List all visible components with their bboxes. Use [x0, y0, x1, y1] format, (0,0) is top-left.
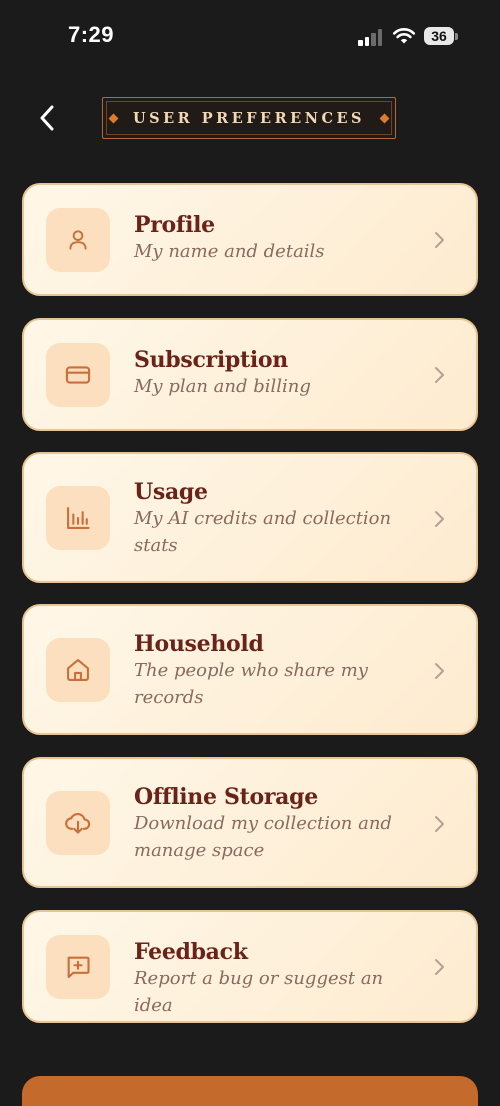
menu-item-subtitle: The people who share my records — [134, 660, 368, 708]
cellular-signal-icon — [358, 28, 384, 46]
card-icon-container — [46, 343, 110, 407]
card-icon-container — [46, 638, 110, 702]
page-title-badge: USER PREFERENCES — [102, 97, 396, 139]
menu-item-subscription[interactable]: Subscription My plan and billing — [22, 318, 478, 431]
page-title: USER PREFERENCES — [132, 109, 366, 127]
bottom-action-button[interactable] — [22, 1076, 478, 1106]
status-time: 7:29 — [68, 22, 115, 47]
menu-item-subtitle: Download my collection and manage space — [134, 813, 392, 861]
back-button[interactable] — [30, 100, 64, 136]
diamond-ornament-icon — [379, 113, 390, 123]
diamond-ornament-icon — [108, 113, 119, 123]
status-bar: 7:29 36 — [0, 0, 500, 72]
credit-card-icon — [65, 366, 91, 384]
chevron-left-icon — [40, 105, 54, 131]
user-icon — [69, 230, 87, 250]
chevron-right-icon — [435, 959, 444, 975]
card-icon-container — [46, 486, 110, 550]
menu-item-subtitle: My AI credits and collection stats — [134, 508, 392, 556]
bar-chart-icon — [67, 507, 90, 529]
card-icon-container — [46, 935, 110, 999]
menu-item-title: Subscription — [134, 347, 288, 373]
menu-item-title: Household — [134, 631, 264, 657]
wifi-icon — [392, 28, 416, 44]
menu-item-subtitle: My name and details — [134, 241, 325, 262]
card-icon-container — [46, 791, 110, 855]
menu-item-offline-storage[interactable]: Offline Storage Download my collection a… — [22, 757, 478, 888]
menu-item-usage[interactable]: Usage My AI credits and collection stats — [22, 452, 478, 583]
card-icon-container — [46, 208, 110, 272]
menu-item-feedback[interactable]: Feedback Report a bug or suggest an idea — [22, 910, 478, 1023]
menu-item-profile[interactable]: Profile My name and details — [22, 183, 478, 296]
chevron-right-icon — [435, 663, 444, 679]
home-icon — [67, 659, 89, 681]
battery-tip — [455, 33, 458, 40]
chevron-right-icon — [435, 232, 444, 248]
menu-item-title: Feedback — [134, 939, 248, 965]
chevron-right-icon — [435, 367, 444, 383]
message-plus-icon — [67, 956, 90, 978]
menu-item-title: Profile — [134, 212, 215, 238]
menu-item-subtitle: Report a bug or suggest an idea — [134, 968, 384, 1016]
menu-item-household[interactable]: Household The people who share my record… — [22, 604, 478, 735]
cloud-download-icon — [65, 812, 91, 834]
menu-item-title: Offline Storage — [134, 784, 318, 810]
chevron-right-icon — [435, 816, 444, 832]
menu-item-title: Usage — [134, 479, 208, 505]
battery-indicator: 36 — [424, 27, 454, 45]
menu-item-subtitle: My plan and billing — [134, 376, 311, 397]
chevron-right-icon — [435, 511, 444, 527]
